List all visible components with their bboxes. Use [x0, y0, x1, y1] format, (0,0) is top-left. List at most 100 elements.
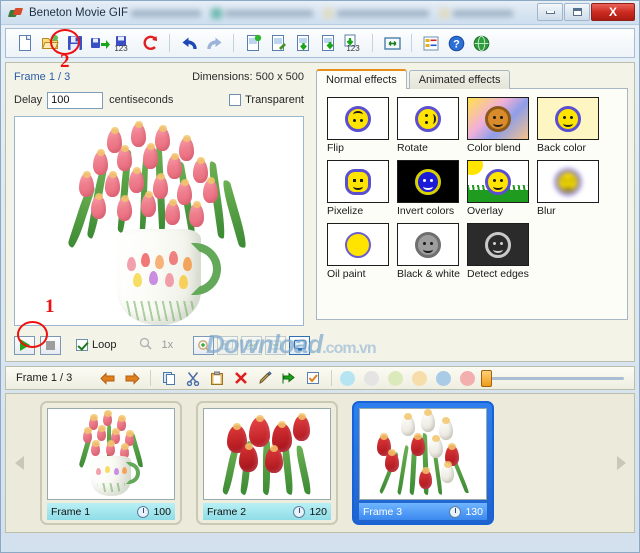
preview-zoom-buttons — [193, 336, 310, 355]
copy-frame-icon[interactable] — [159, 369, 179, 387]
properties-icon[interactable] — [420, 32, 442, 54]
effect-rotate[interactable]: Rotate — [397, 97, 463, 154]
transparent-checkbox-box — [229, 94, 241, 106]
web-icon[interactable] — [470, 32, 492, 54]
save-as-icon[interactable] — [89, 32, 111, 54]
dimensions-label: Dimensions: 500 x 500 — [192, 71, 304, 83]
import-frame-icon[interactable] — [317, 32, 339, 54]
palette-dot[interactable] — [388, 371, 403, 386]
transparent-checkbox[interactable]: Transparent — [229, 94, 304, 106]
palette-dot[interactable] — [436, 371, 451, 386]
new-frame-icon[interactable] — [242, 32, 264, 54]
import-numbered-icon[interactable]: 123 — [342, 32, 364, 54]
effect-back-color[interactable]: Back color — [537, 97, 603, 154]
undo-icon[interactable] — [178, 32, 200, 54]
zoom-out-icon[interactable] — [265, 336, 286, 355]
effect-label: Oil paint — [327, 268, 393, 280]
chevron-right-icon — [617, 456, 626, 470]
effect-thumb — [467, 160, 529, 203]
effect-oil-paint[interactable]: Oil paint — [327, 223, 393, 280]
palette-dot[interactable] — [340, 371, 355, 386]
select-frame-icon[interactable] — [303, 369, 323, 387]
reload-icon[interactable] — [139, 32, 161, 54]
help-icon[interactable]: ? — [445, 32, 467, 54]
redo-icon[interactable] — [203, 32, 225, 54]
clock-icon — [293, 506, 305, 518]
tab-normal-effects[interactable]: Normal effects — [316, 69, 407, 89]
open-folder-icon[interactable] — [39, 32, 61, 54]
preview-canvas[interactable] — [14, 116, 304, 326]
stop-button[interactable] — [40, 336, 61, 355]
palette-dot[interactable] — [364, 371, 379, 386]
palette-dot[interactable] — [412, 371, 427, 386]
beneton-app-icon — [9, 6, 23, 20]
smiley-icon — [345, 232, 371, 258]
effect-overlay[interactable]: Overlay — [467, 160, 533, 217]
filmstrip: Frame 1 100 — [5, 393, 635, 533]
fullscreen-preview-icon[interactable] — [289, 336, 310, 355]
move-frame-left-icon[interactable] — [98, 369, 118, 387]
smiley-icon — [485, 106, 511, 132]
palette-dot[interactable] — [460, 371, 475, 386]
smiley-icon — [345, 169, 371, 195]
toolbar-separator — [372, 34, 373, 52]
frame-card-bar: Frame 2 120 — [203, 503, 331, 520]
frame-info-row: Frame 1 / 3 Dimensions: 500 x 500 — [14, 69, 312, 85]
loop-checkbox[interactable]: Loop — [76, 339, 116, 351]
effect-black-white[interactable]: Black & white — [397, 223, 463, 280]
frame-slider[interactable] — [481, 377, 624, 380]
save-numbered-icon[interactable]: 123 — [114, 32, 136, 54]
effect-label: Invert colors — [397, 205, 463, 217]
effect-invert-colors[interactable]: Invert colors — [397, 160, 463, 217]
window-controls: X — [537, 3, 635, 21]
preview-pane: Frame 1 / 3 Dimensions: 500 x 500 Delay … — [6, 63, 312, 361]
edit-frame-icon[interactable] — [267, 32, 289, 54]
clock-icon — [137, 506, 149, 518]
filmstrip-next-button[interactable] — [608, 394, 634, 532]
frame-card-bar: Frame 1 100 — [47, 503, 175, 520]
effect-pixelize[interactable]: Pixelize — [327, 160, 393, 217]
effect-label: Flip — [327, 142, 393, 154]
save-icon[interactable] — [64, 32, 86, 54]
vase-shape — [117, 229, 201, 325]
new-file-icon[interactable] — [14, 32, 36, 54]
transparent-label: Transparent — [245, 94, 304, 106]
filmstrip-prev-button[interactable] — [6, 394, 32, 532]
resize-icon[interactable] — [381, 32, 403, 54]
zoom-fit-icon[interactable] — [217, 336, 238, 355]
toolbar-separator — [169, 34, 170, 52]
play-button[interactable] — [14, 336, 35, 355]
effect-detect-edges[interactable]: Detect edges — [467, 223, 533, 280]
delete-frame-icon[interactable] — [231, 369, 251, 387]
frame-card-3[interactable]: Frame 3 130 — [352, 401, 494, 525]
zoom-in-icon[interactable] — [193, 336, 214, 355]
frame-slider-thumb[interactable] — [481, 370, 492, 387]
frame-toolbar: Frame 1 / 3 — [5, 366, 635, 390]
effect-color-blend[interactable]: Color blend — [467, 97, 533, 154]
tab-animated-effects[interactable]: Animated effects — [409, 70, 511, 89]
zoom-actual-icon[interactable] — [241, 336, 262, 355]
loop-checkbox-box — [76, 339, 88, 351]
frame-card-1[interactable]: Frame 1 100 — [40, 401, 182, 525]
frame-thumbnail-image — [359, 408, 487, 500]
smiley-icon — [485, 169, 511, 195]
paste-frame-icon[interactable] — [207, 369, 227, 387]
edit-pencil-icon[interactable] — [255, 369, 275, 387]
effect-blur[interactable]: Blur — [537, 160, 603, 217]
frame-card-2[interactable]: Frame 2 120 — [196, 401, 338, 525]
minimize-button[interactable] — [537, 3, 563, 21]
delay-input[interactable] — [47, 92, 103, 109]
cut-frame-icon[interactable] — [183, 369, 203, 387]
move-frame-right-icon[interactable] — [122, 369, 142, 387]
export-frame-icon[interactable] — [279, 369, 299, 387]
close-button[interactable]: X — [591, 3, 635, 21]
magnifier-icon — [139, 337, 152, 353]
play-icon — [20, 339, 30, 351]
frame-thumbnails: Frame 1 100 — [32, 401, 608, 525]
maximize-button[interactable] — [564, 3, 590, 21]
smiley-icon — [415, 169, 441, 195]
insert-frame-icon[interactable] — [292, 32, 314, 54]
effect-flip[interactable]: Flip — [327, 97, 393, 154]
effect-thumb — [467, 223, 529, 266]
frame-card-delay: 120 — [309, 506, 327, 518]
